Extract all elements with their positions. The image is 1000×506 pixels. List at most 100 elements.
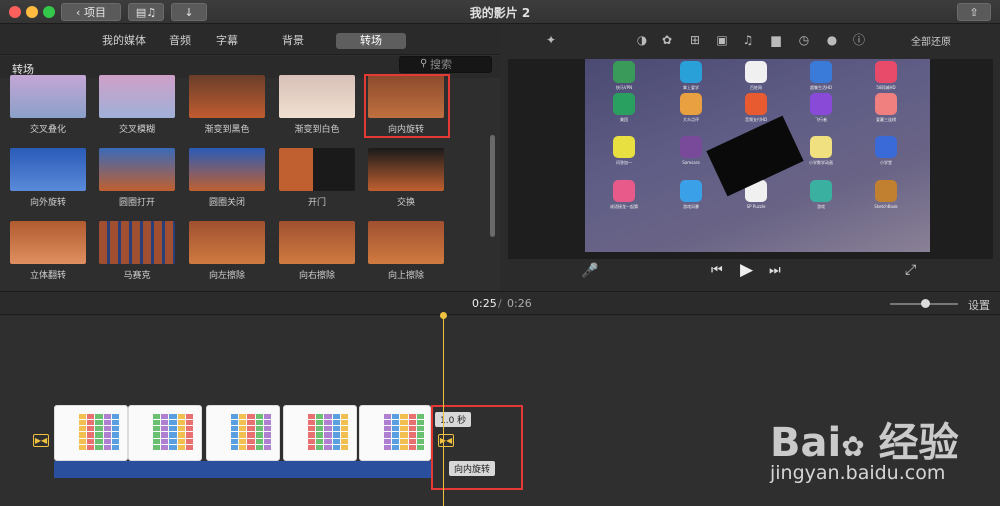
window-title: 我的影片 2 bbox=[469, 6, 531, 20]
app-icon bbox=[613, 61, 635, 83]
search-box[interactable]: ⚲ bbox=[399, 56, 492, 73]
baidu-watermark-logo: Bai✿ 经验 bbox=[770, 420, 959, 466]
transition-highlight bbox=[431, 405, 523, 490]
magic-wand-icon[interactable]: ✦ bbox=[544, 33, 558, 47]
settings-button[interactable]: 设置 bbox=[968, 297, 990, 313]
app-label: 游戏风暴 bbox=[683, 204, 699, 209]
app-icon bbox=[810, 61, 832, 83]
share-icon: ⇧ bbox=[969, 6, 979, 19]
app-label: 百姓网 bbox=[750, 85, 762, 90]
transition-thumbnail[interactable] bbox=[99, 148, 175, 191]
transition-label: 开门 bbox=[307, 198, 326, 208]
transition-thumbnail[interactable] bbox=[99, 221, 175, 264]
transition-thumbnail[interactable] bbox=[189, 148, 265, 191]
viewer-pane: ✦ ◑ ✿ ⊞ ▣ ♫ ▆ ◷ ● ⓘ 全部还原 快马VPN 掌上爱学 百姓网 超集生… bbox=[501, 25, 1000, 290]
playhead-handle[interactable] bbox=[440, 312, 447, 319]
app-icon bbox=[875, 61, 897, 83]
transition-label: 交换 bbox=[396, 198, 415, 208]
app-label: 掌上爱学 bbox=[683, 85, 699, 90]
playback-bar: 0:25 / 0:26 设置 bbox=[0, 291, 1000, 315]
transition-thumbnail[interactable] bbox=[279, 148, 355, 191]
clip-frame-content bbox=[384, 414, 424, 450]
transition-label: 向左擦除 bbox=[208, 271, 245, 281]
app-label: 超集生活HD bbox=[809, 85, 833, 90]
equalizer-icon[interactable]: ▆ bbox=[769, 33, 783, 47]
transition-label: 立体翻转 bbox=[29, 271, 66, 281]
transition-thumbnail[interactable] bbox=[189, 221, 265, 264]
transition-thumbnail[interactable] bbox=[279, 75, 355, 118]
clip-frame[interactable] bbox=[359, 405, 431, 461]
transition-label: 向外旋转 bbox=[29, 198, 66, 208]
app-icon bbox=[680, 136, 702, 158]
clip-frame[interactable] bbox=[54, 405, 128, 461]
transition-thumbnail[interactable] bbox=[10, 221, 86, 264]
skip-forward-icon[interactable]: ⏭ bbox=[769, 263, 781, 278]
app-label: 爱赢三连棋 bbox=[876, 117, 896, 122]
transition-thumbnail[interactable] bbox=[10, 148, 86, 191]
app-label: 小学堂 bbox=[880, 160, 892, 165]
selected-transition-highlight bbox=[364, 74, 450, 138]
skip-back-icon[interactable]: ⏮ bbox=[711, 263, 723, 278]
app-label: 飞行者 bbox=[815, 117, 827, 122]
zoom-slider-knob[interactable] bbox=[921, 299, 930, 308]
transition-thumbnail[interactable] bbox=[368, 148, 444, 191]
play-icon[interactable]: ▶ bbox=[740, 260, 753, 280]
microphone-icon[interactable]: 🎤 bbox=[581, 263, 598, 279]
app-icon bbox=[810, 136, 832, 158]
crop-icon[interactable]: ⊞ bbox=[688, 33, 702, 47]
zoom-slider[interactable] bbox=[890, 299, 958, 308]
app-icon bbox=[875, 93, 897, 115]
app-icon bbox=[613, 136, 635, 158]
color-balance-icon[interactable]: ◑ bbox=[635, 33, 649, 47]
app-label: SketchBook bbox=[874, 204, 898, 209]
app-icon bbox=[680, 93, 702, 115]
clip-frame[interactable] bbox=[283, 405, 357, 461]
app-icon bbox=[680, 180, 702, 202]
share-button[interactable]: ⇧ bbox=[957, 3, 991, 21]
app-label: 问答加一 bbox=[616, 160, 632, 165]
clip-frame-content bbox=[231, 414, 271, 450]
transition-label: 渐变到黑色 bbox=[204, 125, 250, 135]
tab-my-media[interactable]: 我的媒体 bbox=[98, 33, 150, 49]
time-separator: / bbox=[498, 297, 502, 310]
clip-frame-content bbox=[153, 414, 193, 450]
browser-scrollbar[interactable] bbox=[490, 135, 495, 237]
clip-frame-content bbox=[79, 414, 119, 450]
app-icon bbox=[810, 93, 832, 115]
reset-all-button[interactable]: 全部还原 bbox=[911, 33, 951, 48]
start-transition-icon[interactable]: ▶◀ bbox=[33, 434, 49, 447]
color-palette-icon[interactable]: ✿ bbox=[660, 33, 674, 47]
transition-label: 马赛克 bbox=[123, 271, 151, 281]
stabilization-icon[interactable]: ▣ bbox=[715, 33, 729, 47]
app-label: 成语接龙一起猜 bbox=[610, 204, 638, 209]
transition-label: 向上擦除 bbox=[387, 271, 424, 281]
transition-thumbnail[interactable] bbox=[99, 75, 175, 118]
playhead[interactable] bbox=[443, 316, 444, 506]
filter-icon[interactable]: ● bbox=[825, 33, 839, 47]
app-label: 58同城HD bbox=[876, 85, 896, 90]
tab-backgrounds[interactable]: 背景 bbox=[278, 33, 308, 49]
tab-audio[interactable]: 音频 bbox=[165, 33, 195, 49]
clip-frame[interactable] bbox=[206, 405, 280, 461]
transition-thumbnail[interactable] bbox=[10, 75, 86, 118]
title-bar: ‹ 项目 ▤♫ ↓ 我的影片 2 ⇧ bbox=[0, 0, 1000, 24]
app-label: Samsara bbox=[682, 160, 700, 165]
audio-track-bar[interactable] bbox=[54, 461, 431, 478]
app-label: 大众点评 bbox=[683, 117, 699, 122]
preview-frame: 快马VPN 掌上爱学 百姓网 超集生活HD 58同城HD 美团 大众点评 音频支付HD 飞行者爱… bbox=[585, 59, 930, 252]
fullscreen-icon[interactable]: ⤢ bbox=[905, 262, 916, 278]
transition-thumbnail[interactable] bbox=[189, 75, 265, 118]
app-icon bbox=[875, 136, 897, 158]
transition-label: 交叉叠化 bbox=[29, 125, 66, 135]
app-icon bbox=[680, 61, 702, 83]
search-input[interactable] bbox=[430, 58, 488, 72]
volume-icon[interactable]: ♫ bbox=[741, 33, 755, 47]
tab-titles[interactable]: 字幕 bbox=[212, 33, 242, 49]
transition-thumbnail[interactable] bbox=[279, 221, 355, 264]
app-icon bbox=[875, 180, 897, 202]
speed-icon[interactable]: ◷ bbox=[797, 33, 811, 47]
transition-thumbnail[interactable] bbox=[368, 221, 444, 264]
tab-transitions[interactable]: 转场 bbox=[336, 33, 406, 49]
clip-frame[interactable] bbox=[128, 405, 202, 461]
info-icon[interactable]: ⓘ bbox=[852, 33, 866, 47]
